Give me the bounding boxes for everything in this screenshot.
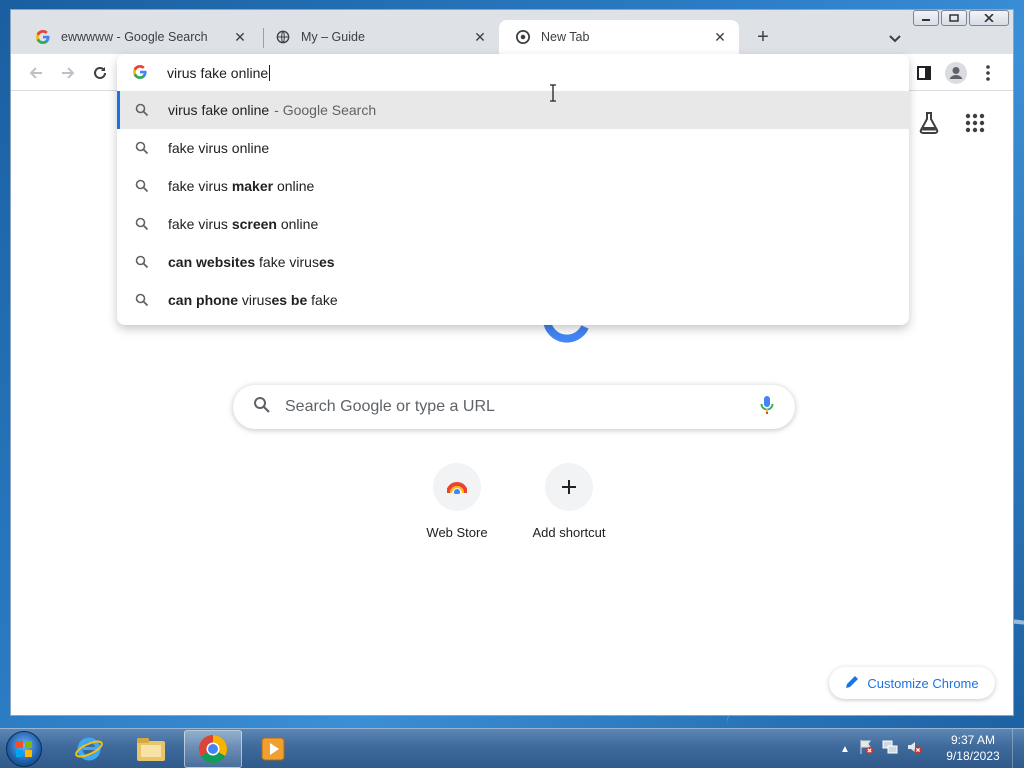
- side-panel-icon[interactable]: [911, 60, 937, 86]
- google-g-icon: [133, 64, 149, 81]
- suggestion-text-part: maker: [231, 178, 274, 194]
- chrome-web-store-icon: [433, 463, 481, 511]
- close-icon[interactable]: ✕: [231, 28, 249, 46]
- tab-title: ewwwww - Google Search: [61, 30, 208, 44]
- minimize-icon[interactable]: [913, 10, 939, 26]
- tab-guide[interactable]: My – Guide ✕: [259, 20, 499, 54]
- browser-window: ewwwww - Google Search ✕ My – Guide ✕ Ne…: [10, 9, 1014, 716]
- new-tab-button[interactable]: +: [751, 26, 775, 50]
- search-icon: [135, 140, 151, 156]
- media-player-icon[interactable]: [244, 730, 302, 768]
- chrome-taskbar-icon[interactable]: [184, 730, 242, 768]
- search-icon: [135, 292, 151, 308]
- suggestion-text: virus fake online: [168, 102, 269, 118]
- suggestion-text-part: fake virus online: [168, 140, 270, 156]
- shortcut-label: Web Store: [426, 525, 488, 540]
- search-icon: [135, 216, 151, 232]
- suggestion-text-part: es: [318, 254, 335, 270]
- suggestion-row[interactable]: fake virus online: [117, 129, 909, 167]
- mouse-ibeam-cursor: [549, 84, 557, 102]
- suggestion-text-part: virus fake online: [168, 102, 270, 118]
- tab-title: My – Guide: [301, 30, 365, 44]
- tab-new-tab[interactable]: New Tab ✕: [499, 20, 739, 54]
- suggestion-text-part: can phone: [168, 292, 239, 308]
- google-g-icon: [35, 29, 51, 45]
- customize-label: Customize Chrome: [867, 675, 979, 691]
- window-controls: [913, 10, 1009, 26]
- pencil-icon: [845, 675, 859, 692]
- windows-taskbar: ▲ 9:37 AM 9/18/2023: [0, 728, 1024, 768]
- suggestion-text: fake virus screen online: [168, 216, 318, 232]
- windows-logo-icon: [16, 741, 32, 757]
- suggestion-description: - Google Search: [274, 102, 377, 118]
- forward-icon[interactable]: [55, 60, 81, 86]
- profile-avatar-icon[interactable]: [943, 60, 969, 86]
- labs-flask-icon[interactable]: [917, 111, 941, 135]
- text-caret: [269, 64, 271, 81]
- clock-time: 9:37 AM: [950, 733, 996, 747]
- suggestion-text: fake virus online: [168, 140, 269, 156]
- menu-kebab-icon[interactable]: [975, 60, 1001, 86]
- close-window-icon[interactable]: [969, 10, 1009, 26]
- action-center-flag-icon[interactable]: [858, 739, 874, 760]
- plus-icon: [545, 463, 593, 511]
- close-icon[interactable]: ✕: [471, 28, 489, 46]
- suggestion-row[interactable]: fake virus maker online: [117, 167, 909, 205]
- shortcut-label: Add shortcut: [532, 525, 606, 540]
- suggestion-text-part: can websites: [168, 254, 256, 270]
- google-apps-icon[interactable]: [965, 113, 985, 133]
- ntp-search-box[interactable]: Search Google or type a URL: [233, 385, 795, 429]
- show-desktop-button[interactable]: [1012, 729, 1024, 768]
- show-hidden-icons-icon[interactable]: ▲: [840, 744, 850, 755]
- search-placeholder: Search Google or type a URL: [285, 398, 495, 415]
- search-icon: [135, 102, 151, 118]
- search-icon: [135, 254, 151, 270]
- suggestion-text: can phone viruses be fake: [168, 292, 338, 308]
- system-tray: ▲: [840, 729, 922, 768]
- volume-muted-icon[interactable]: [906, 739, 922, 760]
- reload-icon[interactable]: [87, 60, 113, 86]
- suggestion-text-part: online: [273, 178, 315, 194]
- chevron-down-icon[interactable]: [883, 26, 907, 50]
- network-icon[interactable]: [882, 739, 898, 760]
- start-button[interactable]: [6, 731, 42, 767]
- microphone-icon[interactable]: [759, 395, 775, 420]
- maximize-icon[interactable]: [941, 10, 967, 26]
- suggestion-text: fake virus maker online: [168, 178, 314, 194]
- search-icon: [253, 396, 271, 419]
- suggestion-text-part: online: [276, 216, 319, 232]
- address-input-value: virus fake online: [167, 64, 269, 81]
- close-icon[interactable]: ✕: [711, 28, 729, 46]
- suggestion-text-part: es be: [271, 292, 308, 308]
- suggestion-text-part: fake virus: [168, 178, 232, 194]
- suggestion-row[interactable]: virus fake online - Google Search: [117, 91, 909, 129]
- suggestion-text-part: screen: [231, 216, 277, 232]
- shortcut-web-store[interactable]: Web Store: [402, 463, 512, 540]
- taskbar-clock[interactable]: 9:37 AM 9/18/2023: [940, 732, 1006, 764]
- suggestion-text: can websites fake viruses: [168, 254, 335, 270]
- suggestion-text-part: fake: [307, 292, 338, 308]
- search-icon: [135, 178, 151, 194]
- tab-strip: ewwwww - Google Search ✕ My – Guide ✕ Ne…: [11, 10, 1013, 54]
- address-bar[interactable]: virus fake online: [117, 54, 909, 91]
- chrome-icon: [515, 29, 531, 45]
- clock-date: 9/18/2023: [946, 749, 1000, 763]
- suggestion-list: virus fake online - Google Search fake vir…: [117, 91, 909, 319]
- suggestion-text-part: virus: [238, 292, 272, 308]
- back-icon[interactable]: [23, 60, 49, 86]
- internet-explorer-icon[interactable]: [60, 730, 118, 768]
- customize-chrome-button[interactable]: Customize Chrome: [829, 667, 995, 699]
- shortcut-add[interactable]: Add shortcut: [514, 463, 624, 540]
- tab-google-search[interactable]: ewwwww - Google Search ✕: [19, 20, 259, 54]
- suggestion-text-part: fake virus: [255, 254, 319, 270]
- suggestion-row[interactable]: can websites fake viruses: [117, 243, 909, 281]
- omnibox-dropdown: virus fake online virus fake online - Goo…: [117, 54, 909, 325]
- file-explorer-icon[interactable]: [122, 730, 180, 768]
- suggestion-row[interactable]: fake virus screen online: [117, 205, 909, 243]
- suggestion-row[interactable]: can phone viruses be fake: [117, 281, 909, 319]
- tab-title: New Tab: [541, 30, 590, 44]
- suggestion-text-part: fake virus: [168, 216, 232, 232]
- globe-icon: [275, 29, 291, 45]
